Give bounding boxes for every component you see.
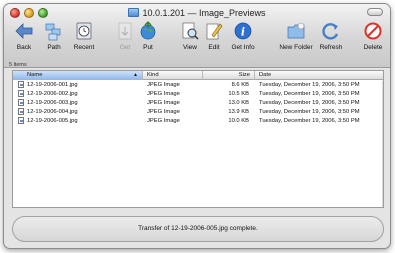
toolbar-toggle-button[interactable] [367,8,383,16]
delete-icon [363,21,383,41]
window-title: 10.0.1.201 — Image_Previews [4,7,390,19]
refresh-label: Refresh [319,44,343,51]
recent-label: Recent [73,44,95,51]
get-info-label: Get Info [231,44,255,51]
back-button[interactable]: Back [7,21,41,51]
table-row[interactable]: 12-19-2006-003.jpg JPEG Image 13.0 KB Tu… [13,99,383,108]
file-name: 12-19-2006-005.jpg [27,118,78,124]
file-size: 10.5 KB [228,91,249,97]
svg-text:i: i [241,26,245,39]
sort-ascending-icon: ▲ [133,72,138,78]
toolbar: Back Path Recent Get Put View Edit i Get… [4,21,390,61]
file-date: Tuesday, December 19, 2006, 3:50 PM [259,82,360,88]
path-label: Path [47,44,61,51]
edit-icon [204,21,224,41]
back-label: Back [16,44,32,51]
file-name: 12-19-2006-004.jpg [27,109,78,115]
column-kind-header[interactable]: Kind [143,71,203,80]
column-date-label: Date [259,72,272,78]
table-row[interactable]: 12-19-2006-005.jpg JPEG Image 10.0 KB Tu… [13,117,383,126]
list-scroll-track[interactable] [382,81,383,207]
put-label: Put [143,44,153,51]
file-list: Name ▲ Kind Size Date 12-19-2006-001.jpg… [12,70,384,208]
back-arrow-icon [14,21,34,41]
column-size-header[interactable]: Size [203,71,255,80]
file-size: 8.6 KB [231,82,249,88]
file-size: 13.9 KB [228,109,249,115]
jpeg-file-icon [18,81,24,88]
list-header: Name ▲ Kind Size Date [13,71,383,80]
recent-button[interactable]: Recent [67,21,101,51]
window-title-text: 10.0.1.201 — Image_Previews [142,8,266,18]
file-date: Tuesday, December 19, 2006, 3:50 PM [259,118,360,124]
jpeg-file-icon [18,99,24,106]
column-size-label: Size [238,72,250,78]
delete-button[interactable]: Delete [356,21,390,51]
path-button[interactable]: Path [37,21,71,51]
new-folder-label: New Folder [279,44,313,51]
path-icon [44,21,64,41]
file-size: 10.0 KB [228,118,249,124]
table-row[interactable]: 12-19-2006-001.jpg JPEG Image 8.6 KB Tue… [13,81,383,90]
new-folder-button[interactable]: New Folder [276,21,316,51]
file-kind: JPEG Image [147,118,180,124]
jpeg-file-icon [18,108,24,115]
put-icon [138,21,158,41]
table-row[interactable]: 12-19-2006-002.jpg JPEG Image 10.5 KB Tu… [13,90,383,99]
transfer-message: Transfer of 12-19-2006-005.jpg complete. [138,225,258,232]
title-toolbar-area: 10.0.1.201 — Image_Previews Back Path Re… [4,4,390,68]
jpeg-file-icon [18,117,24,124]
ftp-browser-window: 10.0.1.201 — Image_Previews Back Path Re… [3,3,391,249]
new-folder-icon [286,21,306,41]
item-count: 5 items [9,62,27,68]
file-date: Tuesday, December 19, 2006, 3:50 PM [259,109,360,115]
recent-icon [74,21,94,41]
file-name: 12-19-2006-003.jpg [27,100,78,106]
column-date-header[interactable]: Date [255,71,385,80]
column-name-header[interactable]: Name ▲ [13,71,143,80]
put-button[interactable]: Put [131,21,165,51]
jpeg-file-icon [18,90,24,97]
info-icon: i [233,21,253,41]
file-name: 12-19-2006-001.jpg [27,82,78,88]
refresh-button[interactable]: Refresh [314,21,348,51]
transfer-status-panel: Transfer of 12-19-2006-005.jpg complete. [12,216,384,242]
file-name: 12-19-2006-002.jpg [27,91,78,97]
server-folder-icon [128,8,140,17]
file-date: Tuesday, December 19, 2006, 3:50 PM [259,100,360,106]
file-kind: JPEG Image [147,91,180,97]
list-rows: 12-19-2006-001.jpg JPEG Image 8.6 KB Tue… [13,81,383,126]
file-kind: JPEG Image [147,109,180,115]
refresh-icon [321,21,341,41]
column-kind-label: Kind [147,72,159,78]
file-size: 13.0 KB [228,100,249,106]
table-row[interactable]: 12-19-2006-004.jpg JPEG Image 13.9 KB Tu… [13,108,383,117]
file-kind: JPEG Image [147,100,180,106]
column-name-label: Name [27,72,43,78]
file-date: Tuesday, December 19, 2006, 3:50 PM [259,91,360,97]
delete-label: Delete [363,44,383,51]
file-kind: JPEG Image [147,82,180,88]
get-info-button[interactable]: i Get Info [226,21,260,51]
